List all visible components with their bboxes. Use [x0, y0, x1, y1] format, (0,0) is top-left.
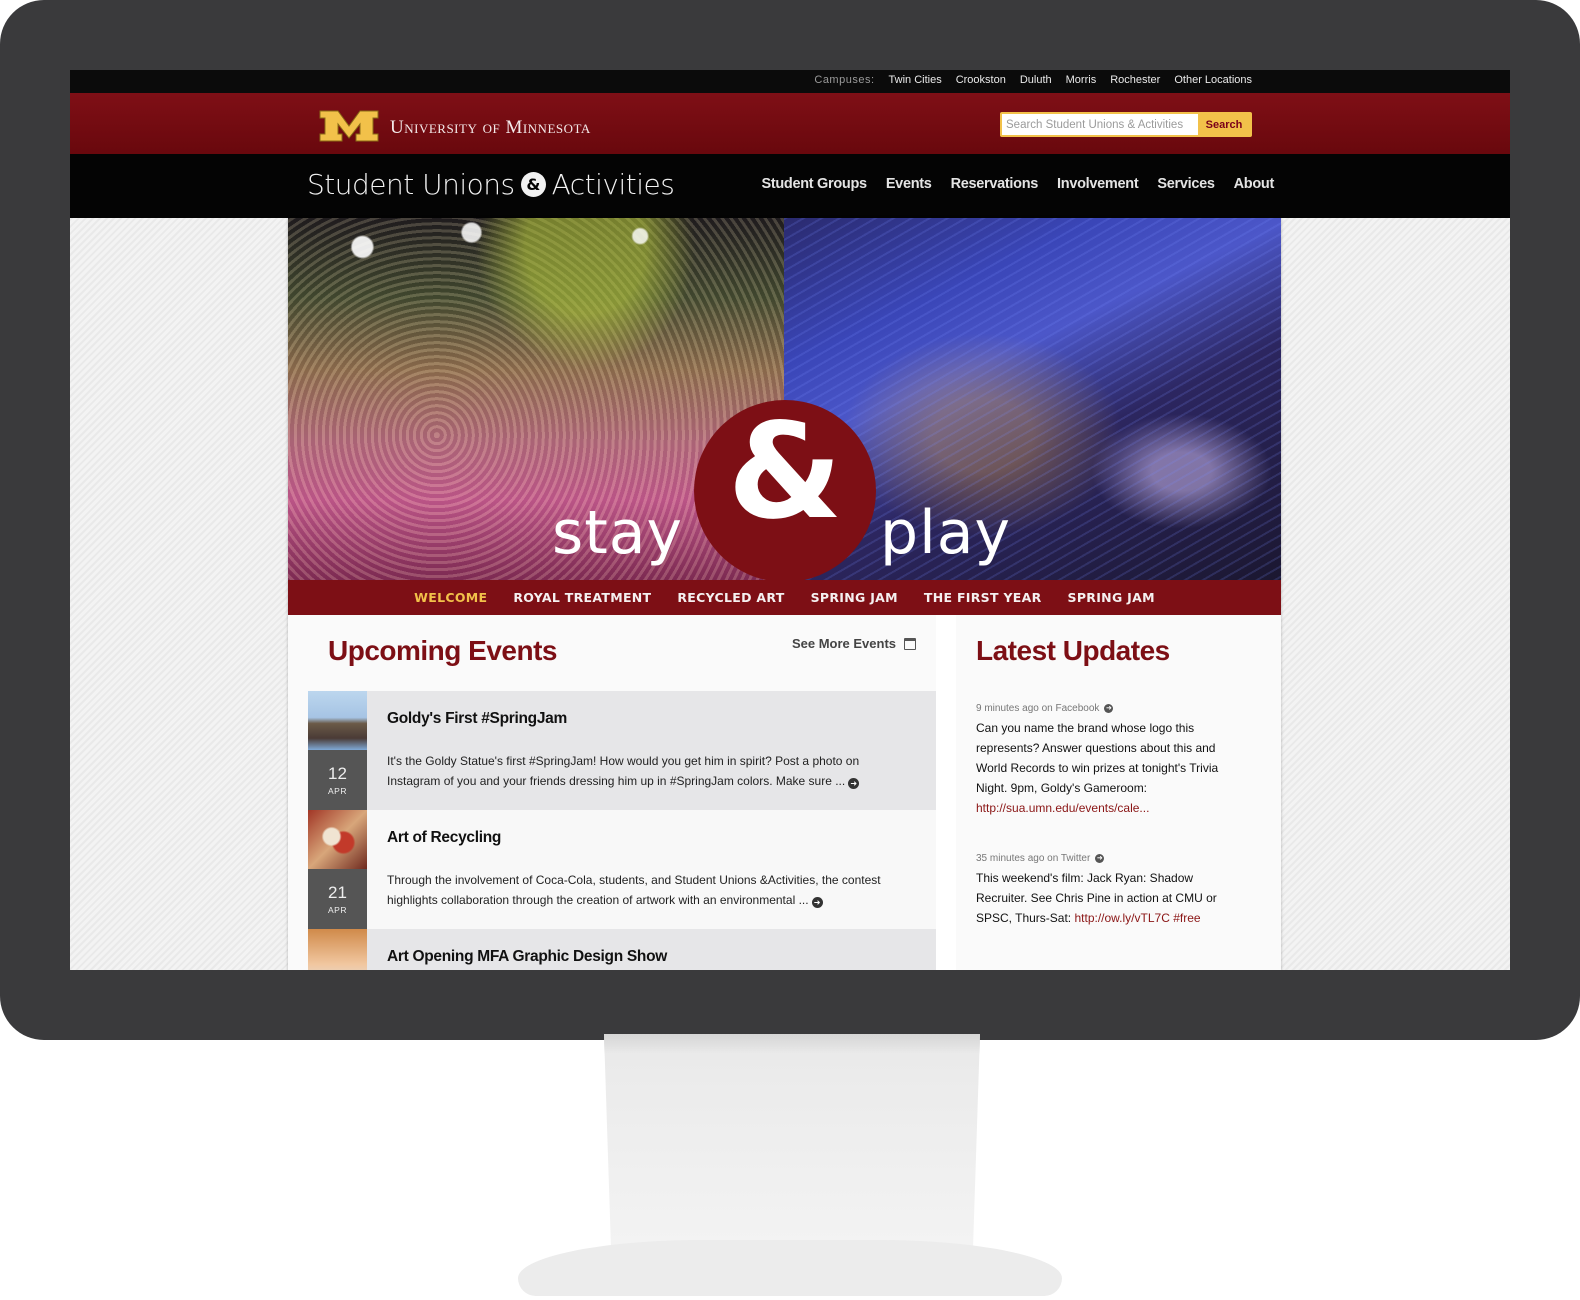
slider-tab-spring-jam[interactable]: SPRING JAM	[811, 590, 898, 605]
slider-tabs: WELCOME ROYAL TREATMENT RECYCLED ART SPR…	[288, 580, 1281, 615]
update-link[interactable]: http://ow.ly/vTL7C #free	[1074, 911, 1200, 925]
event-thumbnail[interactable]	[308, 810, 367, 869]
slider-tab-royal-treatment[interactable]: ROYAL TREATMENT	[513, 590, 651, 605]
search-input[interactable]	[1002, 114, 1198, 135]
update-meta-text: 9 minutes ago on Facebook	[976, 703, 1100, 714]
calendar-icon	[904, 637, 916, 650]
event-month: APR	[328, 786, 347, 796]
update-item: 9 minutes ago on Facebook ➜ Can you name…	[976, 703, 1238, 818]
event-title[interactable]: Art Opening MFA Graphic Design Show	[387, 948, 667, 966]
menu-item-services[interactable]: Services	[1157, 176, 1215, 192]
arrow-circle-right-icon[interactable]: ➜	[848, 778, 860, 789]
event-date-badge: 21 APR	[308, 869, 367, 929]
event-description: It's the Goldy Statue's first #SpringJam…	[387, 751, 907, 791]
event-description-text: It's the Goldy Statue's first #SpringJam…	[387, 754, 860, 788]
slider-tab-first-year[interactable]: THE FIRST YEAR	[924, 590, 1042, 605]
slider-tab-welcome[interactable]: WELCOME	[414, 590, 487, 605]
campus-link-twin-cities[interactable]: Twin Cities	[889, 74, 942, 86]
event-item[interactable]: 12 APR Goldy's First #SpringJam It's the…	[308, 691, 936, 810]
campus-bar: Campuses: Twin Cities Crookston Duluth M…	[70, 70, 1510, 93]
campus-list: Campuses: Twin Cities Crookston Duluth M…	[814, 74, 1252, 86]
menu-item-reservations[interactable]: Reservations	[951, 176, 1039, 192]
arrow-circle-right-icon[interactable]: ➜	[1104, 704, 1114, 713]
search-box: Search	[1000, 112, 1252, 137]
see-more-label: See More Events	[791, 636, 896, 651]
campus-label: Campuses:	[814, 74, 875, 86]
menu-item-about[interactable]: About	[1234, 176, 1275, 192]
event-day: 21	[328, 883, 347, 902]
site-name-right: Activities	[551, 168, 675, 201]
menu-item-involvement[interactable]: Involvement	[1057, 176, 1139, 192]
hero-word-stay: stay	[552, 498, 684, 568]
menu-item-events[interactable]: Events	[886, 176, 932, 192]
campus-link-other-locations[interactable]: Other Locations	[1174, 74, 1252, 86]
campus-link-crookston[interactable]: Crookston	[956, 74, 1006, 86]
event-thumbnail[interactable]	[308, 929, 367, 970]
see-more-events-link[interactable]: See More Events	[792, 636, 916, 651]
monitor-stand-base	[518, 1240, 1062, 1296]
site-name-ampersand: &	[520, 172, 546, 197]
campus-link-morris[interactable]: Morris	[1066, 74, 1097, 86]
event-item[interactable]: 21 APR Art of Recycling Through the invo…	[308, 810, 936, 929]
update-meta: 9 minutes ago on Facebook ➜	[976, 703, 1238, 714]
main-menu: Student Groups Events Reservations Invol…	[761, 176, 1274, 192]
arrow-circle-right-icon[interactable]: ➜	[1095, 854, 1105, 863]
menu-item-student-groups[interactable]: Student Groups	[761, 176, 867, 192]
update-item: 35 minutes ago on Twitter ➜ This weekend…	[976, 853, 1238, 928]
event-title[interactable]: Art of Recycling	[387, 829, 501, 847]
umn-block-m-logo[interactable]	[318, 109, 380, 143]
event-day: 12	[328, 764, 347, 783]
event-description: Through the involvement of Coca-Cola, st…	[387, 870, 907, 910]
screen: Campuses: Twin Cities Crookston Duluth M…	[70, 70, 1510, 970]
campus-link-rochester[interactable]: Rochester	[1110, 74, 1160, 86]
event-title[interactable]: Goldy's First #SpringJam	[387, 710, 567, 728]
site-name-left: Student Unions	[307, 168, 515, 201]
update-text: Can you name the brand whose logo this r…	[976, 718, 1238, 818]
slider-tab-recycled-art[interactable]: RECYCLED ART	[677, 590, 784, 605]
umn-header: University of Minnesota Search	[70, 93, 1510, 154]
site-name-logo[interactable]: Student Unions & Activities	[307, 168, 675, 201]
arrow-circle-right-icon[interactable]: ➜	[811, 897, 823, 908]
latest-updates-section: Latest Updates 9 minutes ago on Facebook…	[956, 615, 1281, 970]
events-heading: Upcoming Events	[328, 635, 557, 666]
update-body: Can you name the brand whose logo this r…	[976, 721, 1219, 795]
monitor-stand	[604, 1034, 980, 1264]
event-date-badge: 12 APR	[308, 750, 367, 810]
update-meta-text: 35 minutes ago on Twitter	[976, 853, 1091, 864]
event-month: APR	[328, 905, 347, 915]
update-meta: 35 minutes ago on Twitter ➜	[976, 853, 1238, 864]
umn-wordmark[interactable]: University of Minnesota	[390, 117, 591, 139]
hero-ampersand: &	[727, 395, 843, 549]
upcoming-events-section: Upcoming Events See More Events 12 APR G…	[288, 615, 936, 970]
search-button[interactable]: Search	[1198, 114, 1250, 135]
site-nav: Student Unions & Activities Student Grou…	[70, 154, 1510, 218]
hero-word-play: play	[880, 498, 1012, 568]
campus-link-duluth[interactable]: Duluth	[1020, 74, 1052, 86]
event-thumbnail[interactable]	[308, 691, 367, 750]
update-text: This weekend's film: Jack Ryan: Shadow R…	[976, 868, 1238, 928]
event-description-text: Through the involvement of Coca-Cola, st…	[387, 873, 881, 907]
slider-tab-spring-jam-2[interactable]: SPRING JAM	[1068, 590, 1155, 605]
monitor-stand-shadow	[604, 1034, 980, 1054]
updates-heading: Latest Updates	[976, 635, 1170, 666]
update-link[interactable]: http://sua.umn.edu/events/cale...	[976, 801, 1149, 815]
hero-banner[interactable]: & stay play	[288, 218, 1281, 580]
content-column: & stay play WELCOME ROYAL TREATMENT RECY…	[288, 218, 1281, 970]
event-item[interactable]: Art Opening MFA Graphic Design Show	[308, 929, 936, 970]
